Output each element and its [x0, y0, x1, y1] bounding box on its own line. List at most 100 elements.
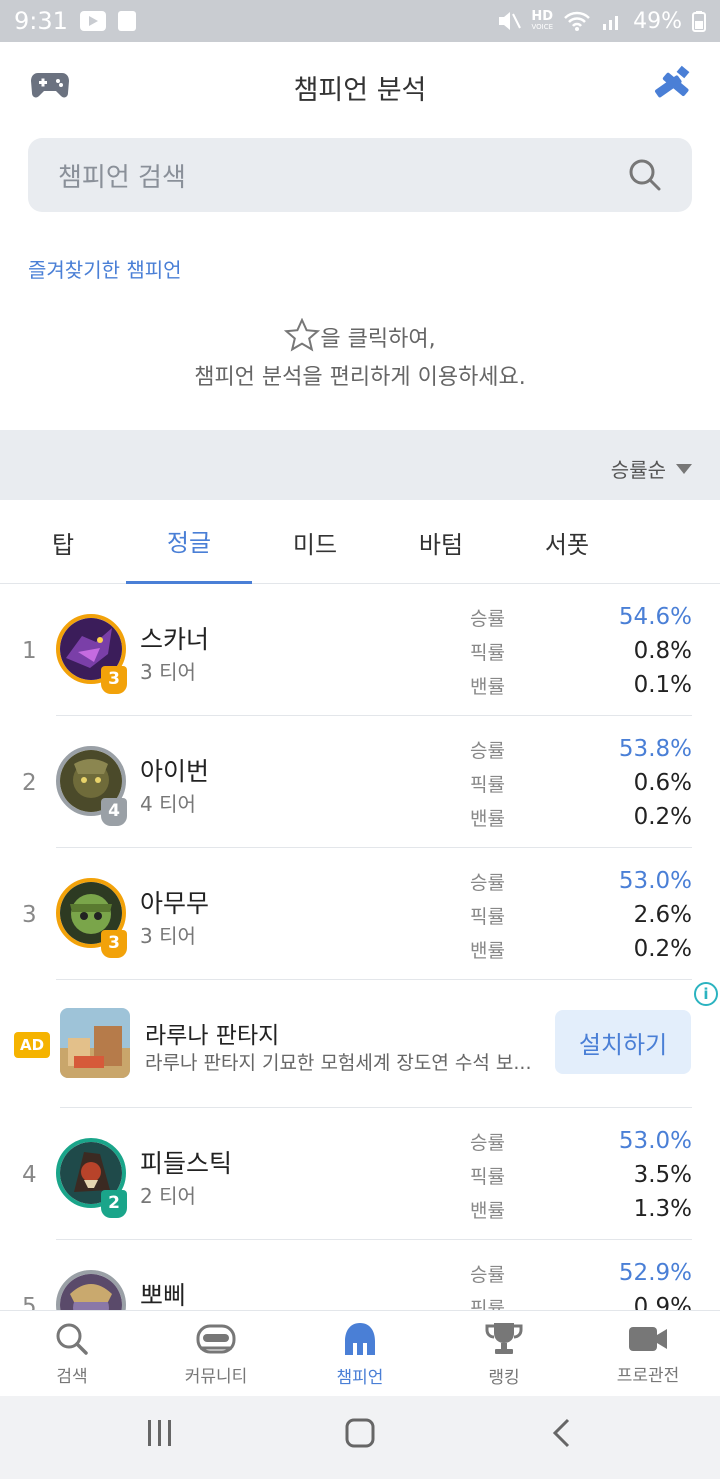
win-rate-value: 53.0% — [618, 1128, 692, 1154]
ban-rate-value: 0.2% — [633, 804, 692, 830]
chevron-down-icon — [676, 463, 692, 474]
battery-icon — [692, 11, 706, 32]
star-icon — [284, 318, 321, 352]
video-camera-icon — [629, 1326, 667, 1351]
champion-name: 아무무 — [140, 889, 210, 918]
champion-row[interactable]: 3 3 아무무 3 티어 승률 53.0% 픽률 2.6% 밴률 0.2% — [0, 848, 720, 980]
champion-search-input[interactable]: 챔피언 검색 — [28, 138, 692, 212]
champion-tier: 3 티어 — [140, 924, 196, 948]
youtube-icon — [79, 11, 106, 31]
pick-rate-label: 픽률 — [470, 905, 505, 928]
pick-rate-label: 픽률 — [470, 773, 505, 796]
ad-banner[interactable]: AD 라루나 판타지 라루나 판타지 기묘한 모험세계 장도연 수석 보... … — [0, 980, 720, 1108]
champion-row[interactable]: 2 4 아이번 4 티어 승률 53.8% 픽률 0.6% 밴률 0.2% — [0, 716, 720, 848]
win-rate-label: 승률 — [470, 1263, 505, 1286]
favorites-title: 즐겨찾기한 챔피언 — [28, 258, 182, 282]
champion-rank: 1 — [22, 638, 37, 664]
champion-row[interactable]: 4 2 피들스틱 2 티어 승률 53.0% 픽률 3.5% 밴률 1.3% — [0, 1108, 720, 1240]
ad-description: 라루나 판타지 기묘한 모험세계 장도연 수석 보... — [145, 1052, 532, 1074]
win-rate-value: 53.8% — [618, 736, 692, 762]
page-title: 챔피언 분석 — [293, 74, 427, 106]
champion-helmet-icon — [345, 1322, 375, 1355]
home-icon[interactable] — [345, 1418, 375, 1448]
nav-label: 검색 — [56, 1366, 88, 1387]
tier-badge: 2 — [101, 1190, 127, 1218]
tab-mid[interactable]: 미드 — [252, 500, 378, 584]
nav-search[interactable]: 검색 — [0, 1311, 144, 1397]
win-rate-value: 53.0% — [618, 868, 692, 894]
position-tabs: 탑 정글 미드 바텀 서폿 — [0, 500, 720, 584]
pick-rate-label: 픽률 — [470, 1165, 505, 1188]
search-placeholder: 챔피언 검색 — [58, 162, 186, 193]
champion-row[interactable]: 1 3 스카너 3 티어 승률 54.6% 픽률 0.8% 밴률 0.1% — [0, 584, 720, 716]
ban-rate-value: 1.3% — [633, 1196, 692, 1222]
ad-tag: AD — [14, 1032, 50, 1058]
tier-badge: 3 — [101, 666, 127, 694]
ad-thumbnail — [60, 1008, 130, 1078]
ban-rate-label: 밴률 — [470, 939, 505, 962]
bottom-navigation: 검색 커뮤니티 챔피언 랭킹 프로관전 — [0, 1310, 720, 1396]
champion-stats: 승률 53.8% 픽률 0.6% 밴률 0.2% — [470, 732, 692, 834]
nav-pro-spectate[interactable]: 프로관전 — [576, 1311, 720, 1397]
champion-tier: 4 티어 — [140, 792, 196, 816]
champion-tier: 2 티어 — [140, 1184, 196, 1208]
back-icon[interactable] — [550, 1418, 574, 1448]
win-rate-label: 승률 — [470, 871, 505, 894]
status-time: 9:31 — [14, 7, 68, 35]
win-rate-value: 52.9% — [618, 1260, 692, 1286]
nav-ranking[interactable]: 랭킹 — [432, 1311, 576, 1397]
community-icon — [196, 1324, 236, 1353]
win-rate-value: 54.6% — [618, 604, 692, 630]
champion-name: 스카너 — [140, 625, 210, 654]
mute-icon — [499, 12, 522, 30]
tab-support[interactable]: 서폿 — [504, 500, 630, 584]
sort-label: 승률순 — [610, 458, 666, 482]
signal-icon — [603, 16, 619, 30]
ad-title: 라루나 판타지 — [145, 1023, 280, 1049]
pick-rate-value: 2.6% — [633, 902, 692, 928]
ban-rate-label: 밴률 — [470, 807, 505, 830]
nav-label: 커뮤니티 — [184, 1366, 248, 1387]
battery-percent: 49% — [633, 8, 682, 34]
ban-rate-value: 0.2% — [633, 936, 692, 962]
win-rate-label: 승률 — [470, 1131, 505, 1154]
win-rate-label: 승률 — [470, 739, 505, 762]
champion-rank: 2 — [22, 770, 37, 796]
ad-info-icon[interactable]: i — [694, 982, 718, 1006]
nav-label: 프로관전 — [616, 1365, 680, 1386]
nav-champion[interactable]: 챔피언 — [288, 1311, 432, 1397]
tier-badge: 4 — [101, 798, 127, 826]
ban-rate-label: 밴률 — [470, 675, 505, 698]
search-icon[interactable] — [628, 158, 662, 192]
tier-badge: 3 — [101, 930, 127, 958]
champion-name: 피들스틱 — [140, 1149, 233, 1178]
champion-stats: 승률 53.0% 픽률 3.5% 밴률 1.3% — [470, 1124, 692, 1226]
nav-label: 챔피언 — [336, 1367, 384, 1388]
install-button[interactable]: 설치하기 — [555, 1010, 691, 1074]
ban-rate-value: 0.1% — [633, 672, 692, 698]
pick-rate-value: 0.6% — [633, 770, 692, 796]
nav-label: 랭킹 — [488, 1367, 520, 1388]
app-header: 챔피언 분석 — [0, 42, 720, 132]
tab-top[interactable]: 탑 — [0, 500, 126, 584]
champion-stats: 승률 54.6% 픽률 0.8% 밴률 0.1% — [470, 600, 692, 702]
win-rate-label: 승률 — [470, 607, 505, 630]
search-icon — [56, 1323, 88, 1355]
system-navigation-bar — [0, 1396, 720, 1479]
status-bar: 9:31 HD VOICE 49% — [0, 0, 720, 42]
gamepad-icon[interactable] — [30, 69, 70, 101]
crossed-tools-icon[interactable] — [650, 64, 694, 108]
tab-bottom[interactable]: 바텀 — [378, 500, 504, 584]
champion-rank: 3 — [22, 902, 37, 928]
hd-voice-icon: HD VOICE — [531, 9, 554, 31]
champion-stats: 승률 53.0% 픽률 2.6% 밴률 0.2% — [470, 864, 692, 966]
wifi-icon — [564, 11, 590, 31]
recent-apps-icon[interactable] — [145, 1418, 175, 1448]
favorites-empty-message: 을 클릭하여, 챔피언 분석을 편리하게 이용하세요. — [0, 318, 720, 397]
sort-bar: 승률순 — [0, 430, 720, 500]
tab-jungle[interactable]: 정글 — [126, 500, 252, 584]
nav-community[interactable]: 커뮤니티 — [144, 1311, 288, 1397]
champion-tier: 3 티어 — [140, 660, 196, 684]
sort-dropdown[interactable]: 승률순 — [611, 454, 692, 483]
champion-name: 뽀삐 — [140, 1281, 187, 1310]
